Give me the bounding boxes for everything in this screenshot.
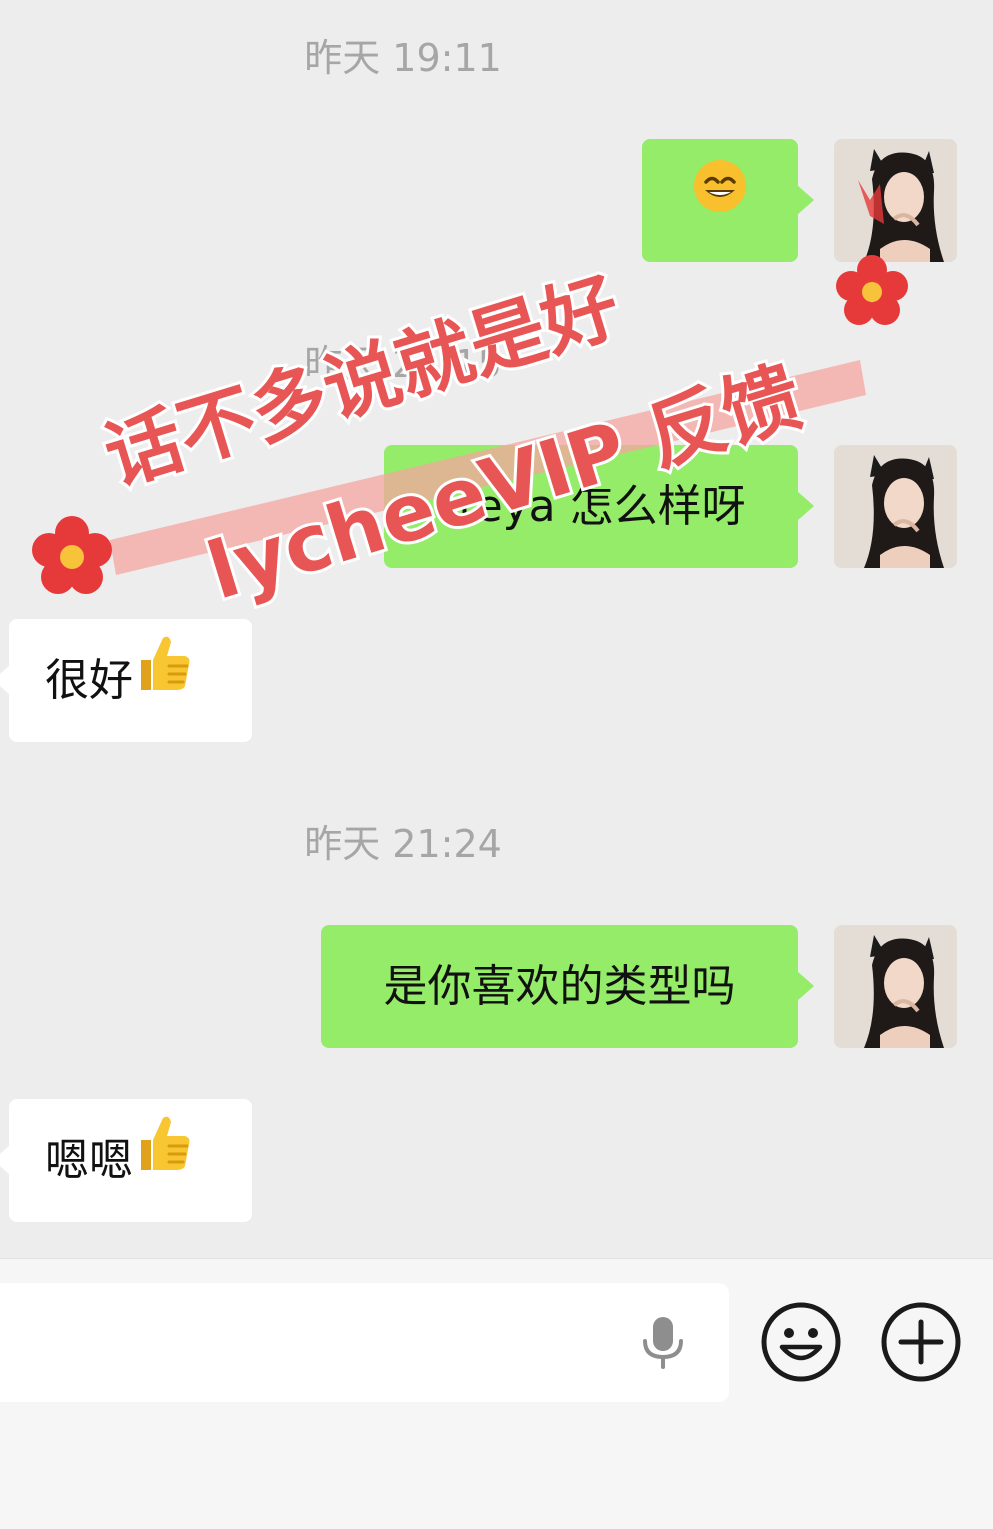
emoji-icon[interactable] xyxy=(760,1301,842,1383)
chat-area[interactable]: 昨天 19:11 😄 昨天 21:15 Freya 怎么样呀 xyxy=(0,0,993,1258)
message-bubble-received[interactable]: 很好 xyxy=(0,618,252,742)
timestamp: 昨天 21:15 xyxy=(304,342,502,386)
message-bubble-sent[interactable]: Freya 怎么样呀 xyxy=(384,445,814,568)
thumbs-up-icon xyxy=(133,618,193,741)
thumbs-up-icon xyxy=(133,1098,193,1221)
user-avatar[interactable] xyxy=(834,925,957,1048)
message-bubble-received[interactable]: 嗯嗯 xyxy=(0,1098,252,1222)
timestamp: 昨天 19:11 xyxy=(304,36,502,80)
message-bubble-sent[interactable]: 😄 xyxy=(642,138,814,262)
message-text: 很好 xyxy=(45,655,133,706)
plus-icon[interactable] xyxy=(880,1301,962,1383)
message-text: 嗯嗯 xyxy=(45,1135,133,1186)
user-avatar[interactable] xyxy=(834,139,957,262)
message-input[interactable] xyxy=(0,1283,729,1402)
timestamp: 昨天 21:24 xyxy=(304,822,502,866)
input-bar xyxy=(0,1258,993,1529)
smile-emoji-icon xyxy=(692,138,748,261)
user-avatar[interactable] xyxy=(834,445,957,568)
message-bubble-sent[interactable]: 是你喜欢的类型吗 xyxy=(321,925,814,1048)
microphone-icon[interactable] xyxy=(638,1315,688,1371)
